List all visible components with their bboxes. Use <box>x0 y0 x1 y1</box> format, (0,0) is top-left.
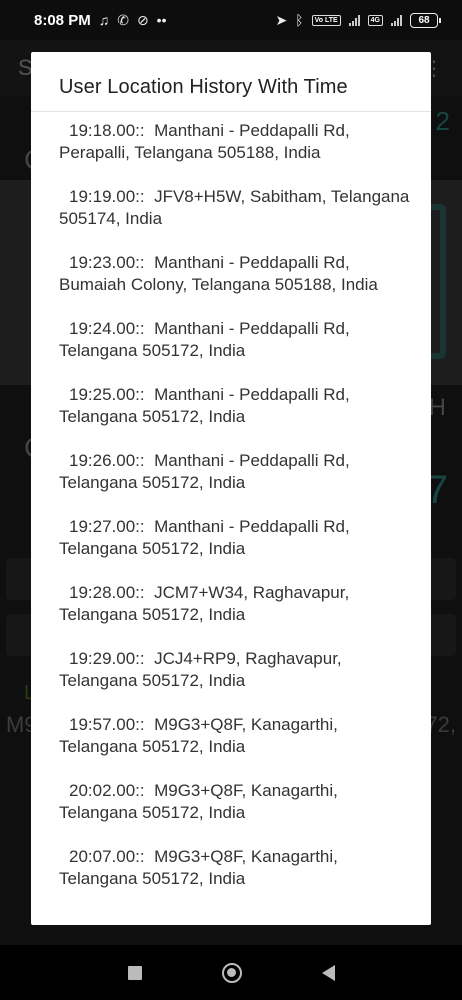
list-item[interactable]: 19:57.00:: M9G3+Q8F, Kanagarthi, Telanga… <box>31 714 431 758</box>
location-arrow-icon: ➤ <box>275 11 288 28</box>
list-item[interactable]: 20:07.00:: M9G3+Q8F, Kanagarthi, Telanga… <box>31 846 431 890</box>
list-item[interactable]: 19:27.00:: Manthani - Peddapalli Rd, Tel… <box>31 516 431 560</box>
recents-square-icon[interactable] <box>127 965 142 980</box>
item-time: 19:19.00:: <box>69 187 145 206</box>
back-triangle-icon[interactable] <box>321 964 335 981</box>
status-bar: 8:08 PM ♫ ✆ ⊘ •• ➤ ᛒ Vo LTE 4G 68 <box>0 0 462 40</box>
4g-icon: 4G <box>367 14 383 26</box>
item-time: 19:24.00:: <box>69 319 145 338</box>
bluetooth-icon: ᛒ <box>295 12 304 28</box>
item-time: 19:28.00:: <box>69 583 145 602</box>
list-item[interactable]: 19:29.00:: JCJ4+RP9, Raghavapur, Telanga… <box>31 648 431 692</box>
item-time: 19:29.00:: <box>69 649 145 668</box>
list-item[interactable]: 19:23.00:: Manthani - Peddapalli Rd, Bum… <box>31 252 431 296</box>
do-not-disturb-icon: ⊘ <box>136 11 149 28</box>
signal-icon <box>348 14 360 26</box>
item-time: 20:07.00:: <box>69 847 145 866</box>
whatsapp-icon: ✆ <box>117 11 129 28</box>
item-time: 19:57.00:: <box>69 715 145 734</box>
history-list[interactable]: 19:18.00:: Manthani - Peddapalli Rd, Per… <box>31 112 431 925</box>
location-history-dialog: User Location History With Time 19:18.00… <box>31 52 431 925</box>
more-dots-icon: •• <box>156 12 167 28</box>
list-item[interactable]: 19:18.00:: Manthani - Peddapalli Rd, Per… <box>31 120 431 164</box>
item-time: 19:18.00:: <box>69 121 145 140</box>
list-item[interactable]: 19:19.00:: JFV8+H5W, Sabitham, Telangana… <box>31 186 431 230</box>
list-item[interactable]: 19:26.00:: Manthani - Peddapalli Rd, Tel… <box>31 450 431 494</box>
item-time: 19:25.00:: <box>69 385 145 404</box>
item-time: 20:02.00:: <box>69 781 145 800</box>
dialog-title: User Location History With Time <box>31 52 431 112</box>
navigation-bar <box>0 945 462 1000</box>
status-time: 8:08 PM <box>34 11 91 29</box>
volte-icon: Vo LTE <box>311 14 341 26</box>
list-item[interactable]: 20:02.00:: M9G3+Q8F, Kanagarthi, Telanga… <box>31 780 431 824</box>
list-item[interactable]: 19:24.00:: Manthani - Peddapalli Rd, Tel… <box>31 318 431 362</box>
item-time: 19:27.00:: <box>69 517 145 536</box>
list-item[interactable]: 19:25.00:: Manthani - Peddapalli Rd, Tel… <box>31 384 431 428</box>
item-time: 19:23.00:: <box>69 253 145 272</box>
music-note-icon: ♫ <box>98 12 110 28</box>
signal-icon <box>391 14 402 26</box>
battery-icon: 68 <box>410 12 441 28</box>
list-item[interactable]: 19:28.00:: JCM7+W34, Raghavapur, Telanga… <box>31 582 431 626</box>
home-circle-icon[interactable] <box>221 962 242 983</box>
item-time: 19:26.00:: <box>69 451 145 470</box>
